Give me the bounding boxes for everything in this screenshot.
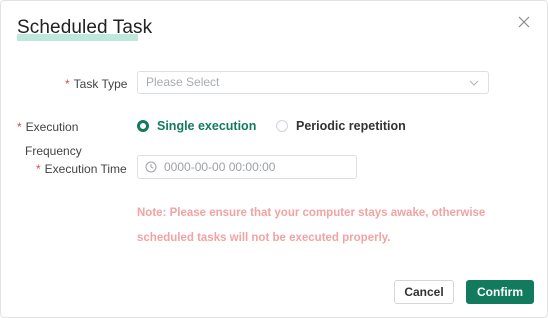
task-type-label: * Task Type <box>65 77 127 91</box>
radio-checked-icon <box>137 120 149 132</box>
note-line1: Note: Please ensure that your computer s… <box>137 207 486 219</box>
clock-icon <box>145 161 157 173</box>
execution-time-label-text: Execution Time <box>44 162 127 176</box>
dialog-title-text: Scheduled Task <box>17 17 153 38</box>
dialog-title: Scheduled Task <box>17 17 152 39</box>
radio-unchecked-icon <box>276 120 288 132</box>
awake-warning-note: Note: Please ensure that your computer s… <box>137 201 497 251</box>
execution-frequency-label-line2: Frequency <box>25 144 82 158</box>
scheduled-task-dialog: Scheduled Task * Task Type Please Select … <box>0 0 548 318</box>
task-type-select[interactable]: Please Select <box>137 71 489 94</box>
execution-time-label: * Execution Time <box>36 162 127 176</box>
required-mark: * <box>65 77 70 91</box>
chevron-down-icon <box>469 80 479 86</box>
radio-single-execution-label: Single execution <box>157 119 257 133</box>
required-mark: * <box>17 120 22 134</box>
radio-single-execution[interactable]: Single execution <box>137 119 256 133</box>
execution-frequency-label: * Execution <box>17 120 78 134</box>
cancel-button[interactable]: Cancel <box>394 280 454 304</box>
execution-frequency-label-line2-wrap: Frequency <box>25 144 82 158</box>
execution-frequency-label-line1: Execution <box>25 120 79 134</box>
required-mark: * <box>36 162 41 176</box>
execution-time-picker[interactable]: 0000-00-00 00:00:00 <box>137 155 357 179</box>
task-type-label-text: Task Type <box>73 77 128 91</box>
confirm-button[interactable]: Confirm <box>466 280 534 304</box>
radio-periodic-repetition[interactable]: Periodic repetition <box>276 119 406 133</box>
execution-time-placeholder: 0000-00-00 00:00:00 <box>164 160 276 174</box>
radio-periodic-repetition-label: Periodic repetition <box>296 119 406 133</box>
close-icon[interactable] <box>516 14 532 30</box>
note-line2: scheduled tasks will not be executed pro… <box>137 232 391 244</box>
task-type-placeholder: Please Select <box>146 75 220 89</box>
